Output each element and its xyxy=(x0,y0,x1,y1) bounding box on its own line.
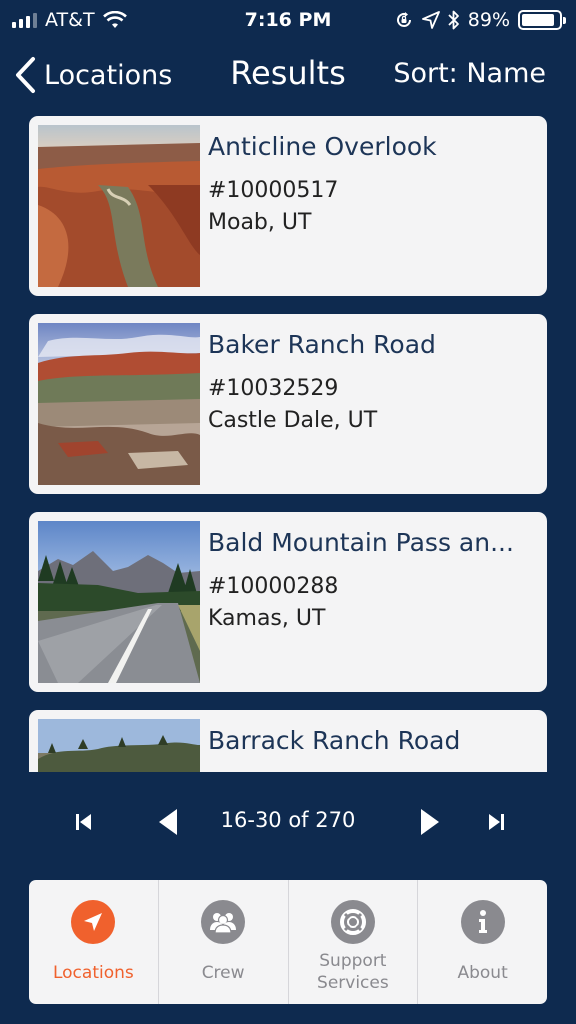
back-button-label: Locations xyxy=(44,59,173,91)
red-canyon-photo xyxy=(38,125,200,287)
lifebuoy-icon xyxy=(330,900,375,944)
location-name: Baker Ranch Road xyxy=(208,330,436,359)
tab-label-line: Services xyxy=(317,973,389,993)
next-page-icon xyxy=(421,809,439,835)
card-text: Barrack Ranch Road xyxy=(208,724,533,770)
result-card[interactable]: Baker Ranch Road #10032529 Castle Dale, … xyxy=(29,314,547,494)
crew-icon xyxy=(201,900,246,944)
pager: 16-30 of 270 xyxy=(0,800,576,844)
tab-locations[interactable]: Locations xyxy=(29,880,159,1004)
result-card[interactable]: Bald Mountain Pass an... #10000288 Kamas… xyxy=(29,512,547,692)
chevron-left-icon xyxy=(16,57,35,93)
sort-button[interactable]: Sort: Name xyxy=(393,58,546,89)
tab-bar: Locations Crew Support Services About xyxy=(29,880,547,1004)
battery-fill xyxy=(522,14,555,26)
battery-percent: 89% xyxy=(467,9,510,31)
info-icon xyxy=(460,900,505,944)
tab-about[interactable]: About xyxy=(418,880,547,1004)
location-arrow-icon xyxy=(421,11,440,29)
location-arrow-icon xyxy=(71,900,116,944)
tab-label: Locations xyxy=(52,963,134,983)
location-id: #10000517 xyxy=(208,178,339,203)
location-name: Anticline Overlook xyxy=(208,132,437,161)
previous-page-icon xyxy=(159,809,177,835)
previous-page-button[interactable] xyxy=(152,806,184,838)
card-text: Anticline Overlook #10000517 Moab, UT xyxy=(208,130,533,238)
card-text: Baker Ranch Road #10032529 Castle Dale, … xyxy=(208,328,533,436)
last-page-icon xyxy=(489,814,504,830)
status-bar: AT&T 7:16 PM 89% xyxy=(0,0,576,40)
first-page-button[interactable] xyxy=(68,806,100,838)
location-id: #10000288 xyxy=(208,574,339,599)
status-left: AT&T xyxy=(12,9,127,31)
location-id: #10032529 xyxy=(208,376,339,401)
last-page-button[interactable] xyxy=(480,806,512,838)
mountain-road-photo xyxy=(38,521,200,683)
tab-crew[interactable]: Crew xyxy=(159,880,289,1004)
results-list[interactable]: Anticline Overlook #10000517 Moab, UT Ba… xyxy=(29,116,547,772)
status-right: 89% xyxy=(394,9,566,31)
battery-icon xyxy=(518,10,566,30)
next-page-button[interactable] xyxy=(414,806,446,838)
wifi-icon xyxy=(102,11,127,28)
back-button[interactable]: Locations xyxy=(14,56,172,94)
location-name: Barrack Ranch Road xyxy=(208,726,461,755)
location-city: Castle Dale, UT xyxy=(208,408,378,433)
orientation-lock-icon xyxy=(396,12,411,27)
hillside-photo xyxy=(38,719,200,772)
signal-icon xyxy=(12,12,37,28)
tab-support-services[interactable]: Support Services xyxy=(289,880,419,1004)
nav-bar: Locations Results Sort: Name xyxy=(0,48,576,106)
location-city: Kamas, UT xyxy=(208,606,326,631)
card-text: Bald Mountain Pass an... #10000288 Kamas… xyxy=(208,526,533,634)
first-page-icon xyxy=(76,814,91,830)
tab-label: Support Services xyxy=(289,950,418,994)
result-card[interactable]: Barrack Ranch Road xyxy=(29,710,547,772)
tab-label: Crew xyxy=(201,963,245,983)
tab-label: About xyxy=(457,963,508,983)
badlands-photo xyxy=(38,323,200,485)
location-city: Moab, UT xyxy=(208,210,312,235)
bluetooth-icon xyxy=(448,10,459,30)
result-card[interactable]: Anticline Overlook #10000517 Moab, UT xyxy=(29,116,547,296)
tab-label-line: Support xyxy=(319,951,387,971)
location-name: Bald Mountain Pass an... xyxy=(208,528,514,557)
carrier-label: AT&T xyxy=(45,9,95,31)
